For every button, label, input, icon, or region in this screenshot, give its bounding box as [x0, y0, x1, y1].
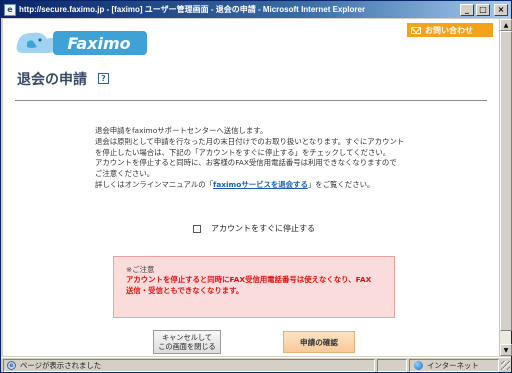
confirm-button[interactable]: 申請の確認 — [283, 331, 355, 353]
desc-line-4: アカウントを停止すると同時に、お客様のFAX受信用電話番号は利用できなくなります… — [95, 158, 397, 168]
desc-line-2: 退会は原則として申請を行なった月の末日付けでのお取り扱いとなります。すぐにアカウ… — [95, 136, 405, 146]
page-title: 退会の申請 — [17, 72, 87, 88]
resize-grip[interactable] — [501, 361, 510, 370]
mail-icon — [411, 26, 421, 34]
page-icon: e — [7, 361, 16, 370]
desc-line-6-suffix: 」をご覧ください。 — [307, 179, 375, 189]
status-bar: e ページが表示されました インターネット — [1, 357, 511, 372]
notice-head: ※ご注意 — [126, 265, 155, 274]
status-zone: インターネット — [409, 359, 499, 372]
notice-line-2: 送信・受信ともできなくなります。 — [126, 285, 244, 295]
warning-notice: ※ご注意 アカウントを停止すると同時にFAX受信用電話番号は使えなくなり、FAX… — [113, 256, 395, 318]
status-text: ページが表示されました — [20, 361, 102, 370]
zone-text: インターネット — [427, 361, 479, 370]
desc-line-1: 退会申請をfaximoサポートセンターへ送信します。 — [95, 126, 268, 135]
desc-line-6-prefix: 詳しくはオンラインマニュアルの「 — [95, 179, 214, 189]
cancel-button-line-1: キャンセルして — [161, 333, 213, 342]
notice-line-1: アカウントを停止すると同時にFAX受信用電話番号は使えなくなり、FAX — [126, 275, 372, 284]
ie-icon: e — [4, 3, 16, 16]
globe-icon — [414, 361, 423, 370]
vertical-scrollbar[interactable]: ▲ ▼ — [499, 19, 512, 356]
description: 退会申請をfaximoサポートセンターへ送信します。 退会は原則として申請を行な… — [95, 126, 435, 191]
manual-link[interactable]: faximoサービスを退会する — [213, 180, 308, 189]
cancel-button[interactable]: キャンセルして この画面を閉じる — [153, 330, 221, 354]
desc-line-5: ご注意ください。 — [95, 169, 155, 179]
scroll-down-arrow[interactable]: ▼ — [500, 344, 512, 356]
desc-line-6: 詳しくはオンラインマニュアルの「faximoサービスを退会する」をご覧ください。 — [95, 180, 435, 191]
scroll-thumb[interactable] — [500, 31, 512, 331]
stop-account-checkbox[interactable] — [193, 224, 201, 233]
desc-line-3: を停止したい場合は、下記の「アカウントをすぐに停止する」をチェックしてください。 — [95, 147, 391, 157]
status-left: e ページが表示されました — [3, 359, 375, 372]
maximize-button[interactable]: □ — [476, 3, 490, 16]
stop-account-option[interactable]: アカウントをすぐに停止する — [193, 223, 315, 234]
window-title: http://secure.faximo.jp - [faximo] ユーザー管… — [19, 5, 366, 14]
logo-text: Faximo — [67, 34, 130, 53]
contact-link[interactable]: お問い合わせ — [407, 23, 493, 37]
stop-account-label[interactable]: アカウントをすぐに停止する — [211, 223, 315, 234]
close-button[interactable]: × — [494, 3, 508, 16]
page-content: Faximo お問い合わせ 退会の申請 ? 退会申請をfaximoサポートセンタ… — [3, 19, 499, 356]
help-icon[interactable]: ? — [98, 73, 109, 84]
browser-window: e http://secure.faximo.jp - [faximo] ユーザ… — [0, 0, 512, 373]
status-panel — [377, 359, 407, 372]
cancel-button-line-2: この画面を閉じる — [158, 342, 216, 351]
scroll-up-arrow[interactable]: ▲ — [500, 19, 512, 31]
contact-label: お問い合わせ — [425, 25, 473, 35]
title-bar: e http://secure.faximo.jp - [faximo] ユーザ… — [1, 1, 511, 18]
faximo-logo[interactable]: Faximo — [13, 25, 153, 59]
divider — [15, 100, 487, 101]
minimize-button[interactable]: _ — [460, 3, 474, 16]
